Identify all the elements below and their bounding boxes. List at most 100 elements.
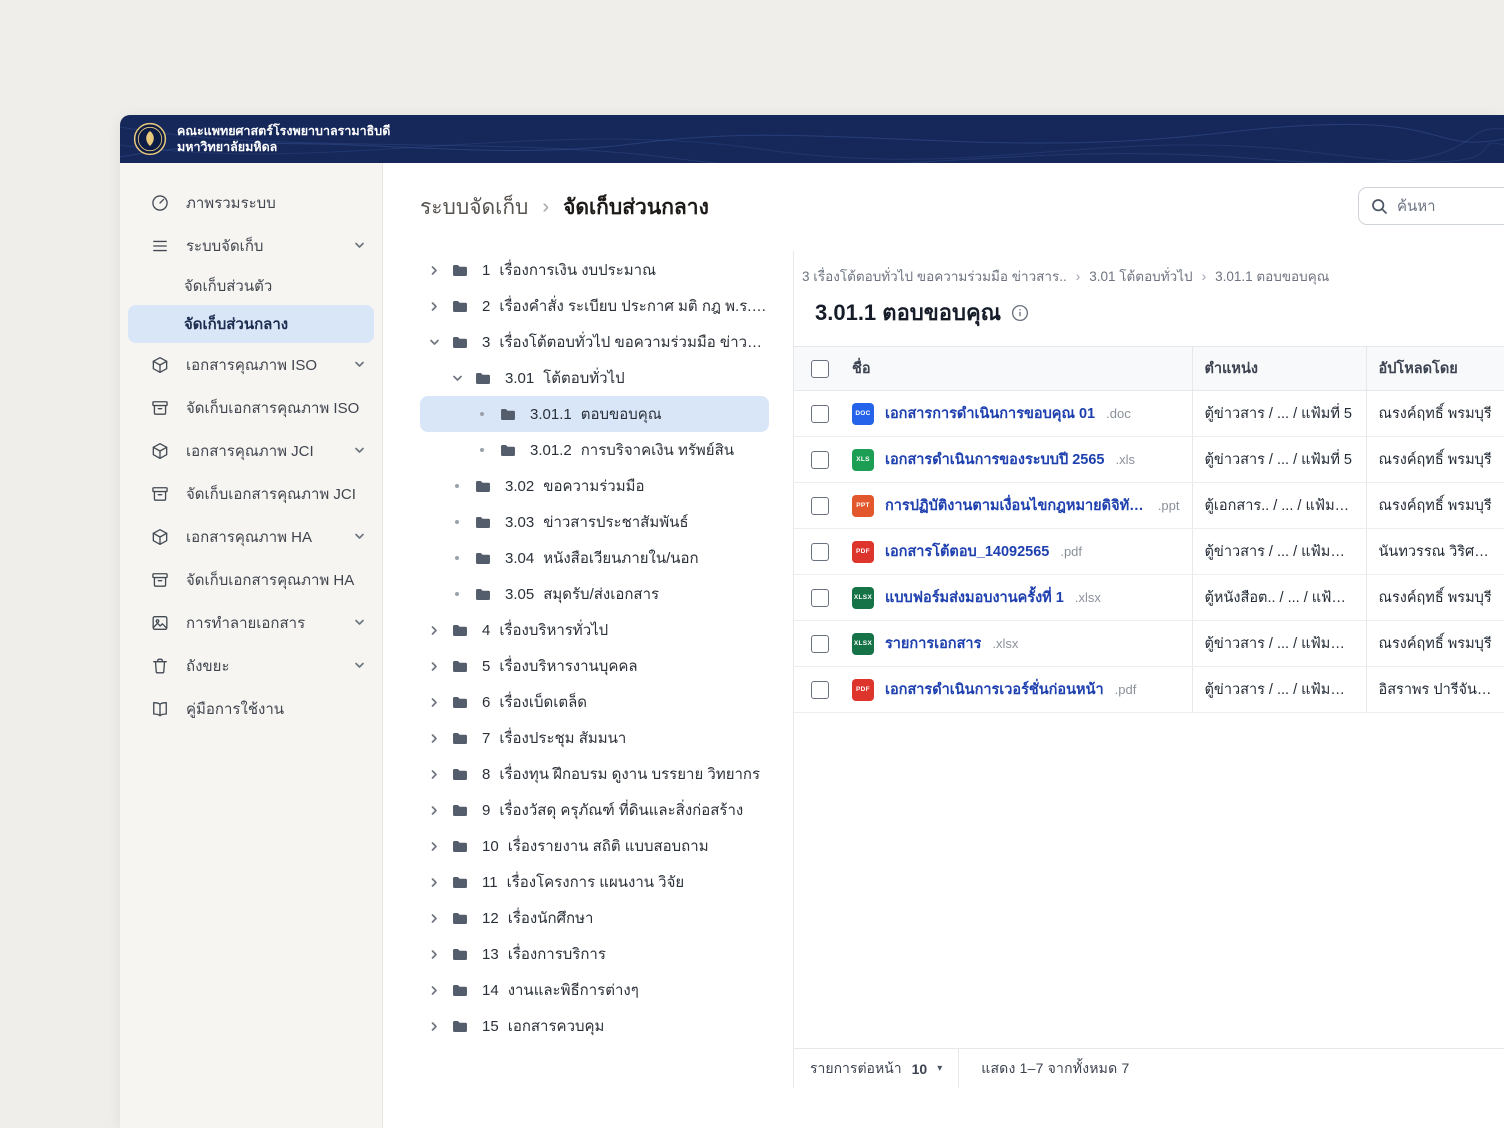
chevron-right-icon[interactable] — [427, 624, 441, 637]
chevron-right-icon[interactable] — [427, 876, 441, 889]
tree-item-number: 3.04 — [505, 549, 535, 567]
folder-icon — [473, 478, 493, 495]
chevron-right-icon[interactable] — [427, 768, 441, 781]
bullet-dot — [450, 484, 464, 488]
sidebar-item[interactable]: การทำลายเอกสาร — [120, 601, 382, 644]
sidebar-item[interactable]: ถังขยะ — [120, 644, 382, 687]
sidebar-item[interactable]: เอกสารคุณภาพ ISO — [120, 343, 382, 386]
table-footer: รายการต่อหน้า 10 ▾ แสดง 1–7 จากทั้งหมด 7 — [794, 1048, 1504, 1088]
sidebar-item[interactable]: คู่มือการใช้งาน — [120, 687, 382, 730]
tree-item[interactable]: 3.04 หนังสือเวียนภายใน/นอก — [420, 540, 769, 576]
select-all-checkbox[interactable] — [811, 359, 829, 378]
sidebar-item[interactable]: เอกสารคุณภาพ JCI — [120, 429, 382, 472]
detail-breadcrumb-item[interactable]: 3.01.1 ตอบขอบคุณ — [1215, 265, 1329, 287]
tree-item[interactable]: 5 เรื่องบริหารงานบุคคล — [420, 648, 769, 684]
row-checkbox[interactable] — [811, 588, 829, 607]
breadcrumb-root[interactable]: ระบบจัดเก็บ — [420, 191, 528, 224]
tree-item-label: ขอความร่วมมือ — [543, 478, 645, 495]
file-name-link[interactable]: เอกสารโต้ตอบ_14092565 — [885, 540, 1049, 563]
tree-item-number: 14 — [482, 981, 499, 999]
folder-icon — [473, 550, 493, 567]
chevron-right-icon[interactable] — [427, 804, 441, 817]
chevron-right-icon[interactable] — [427, 300, 441, 313]
tree-item[interactable]: 11 เรื่องโครงการ แผนงาน วิจัย — [420, 864, 769, 900]
bullet-dot — [450, 556, 464, 560]
detail-breadcrumb-item[interactable]: 3.01 โต้ตอบทั่วไป — [1089, 265, 1192, 287]
chevron-right-icon[interactable] — [427, 660, 441, 673]
tree-item[interactable]: 1 เรื่องการเงิน งบประมาณ — [420, 252, 769, 288]
chevron-right-icon[interactable] — [427, 264, 441, 277]
file-uploader: ณรงค์ฤทธิ์ พรมบุรี — [1365, 390, 1504, 437]
tree-item[interactable]: 6 เรื่องเบ็ดเตล็ด — [420, 684, 769, 720]
archive-box-icon — [150, 570, 170, 590]
folder-icon — [473, 514, 493, 531]
tree-item[interactable]: 3.01 โต้ตอบทั่วไป — [420, 360, 769, 396]
sidebar-item[interactable]: ระบบจัดเก็บ — [120, 224, 382, 267]
sidebar-item[interactable]: ภาพรวมระบบ — [120, 181, 382, 224]
tree-item-label: เรื่องประชุม สัมมนา — [499, 730, 627, 747]
search-box[interactable] — [1358, 187, 1504, 225]
file-name-link[interactable]: การปฏิบัติงานตามเงื่อนไขกฎหมายดิจิทัล-01 — [885, 494, 1147, 517]
sidebar-item-label: จัดเก็บเอกสารคุณภาพ ISO — [186, 399, 360, 417]
tree-item[interactable]: 8 เรื่องทุน ฝึกอบรม ดูงาน บรรยาย วิทยากร — [420, 756, 769, 792]
file-uploader: นันทวรรณ วิริศมาหรา — [1365, 528, 1504, 575]
tree-item[interactable]: 3.02 ขอความร่วมมือ — [420, 468, 769, 504]
chevron-right-icon[interactable] — [427, 732, 441, 745]
package-icon — [150, 355, 170, 375]
tree-item[interactable]: 3.01.2 การบริจาคเงิน ทรัพย์สิน — [420, 432, 769, 468]
chevron-right-icon[interactable] — [427, 984, 441, 997]
tree-item[interactable]: 10 เรื่องรายงาน สถิติ แบบสอบถาม — [420, 828, 769, 864]
tree-item[interactable]: 4 เรื่องบริหารทั่วไป — [420, 612, 769, 648]
row-checkbox[interactable] — [811, 542, 829, 561]
row-checkbox[interactable] — [811, 634, 829, 653]
tree-item[interactable]: 13 เรื่องการบริการ — [420, 936, 769, 972]
file-extension: .pdf — [1060, 544, 1083, 559]
chevron-right-icon[interactable] — [427, 1020, 441, 1033]
files-table-wrap: ชื่อ ตำแหน่ง อัปโหลดโดย DOC เอกสารการดำเน… — [794, 346, 1504, 1088]
bullet-dot — [450, 592, 464, 596]
pagination-summary: แสดง 1–7 จากทั้งหมด 7 — [981, 1059, 1130, 1076]
tree-item[interactable]: 3.03 ข่าวสารประชาสัมพันธ์ — [420, 504, 769, 540]
chevron-right-icon[interactable] — [427, 840, 441, 853]
tree-item[interactable]: 12 เรื่องนักศึกษา — [420, 900, 769, 936]
tree-item[interactable]: 7 เรื่องประชุม สัมมนา — [420, 720, 769, 756]
package-icon — [150, 527, 170, 547]
row-checkbox[interactable] — [811, 450, 829, 469]
sidebar-item[interactable]: จัดเก็บเอกสารคุณภาพ JCI — [120, 472, 382, 515]
main-area: ระบบจัดเก็บ › จัดเก็บส่วนกลาง 1 เรื่องการ… — [383, 163, 1504, 1128]
file-name-link[interactable]: เอกสารดำเนินการของระบบปี 2565 — [885, 448, 1104, 471]
chevron-down-icon[interactable] — [427, 336, 441, 349]
file-row: PDF เอกสารโต้ตอบ_14092565 .pdf ตู้ข่าวสาร /… — [794, 528, 1504, 575]
row-checkbox[interactable] — [811, 496, 829, 515]
chevron-down-icon[interactable] — [450, 372, 464, 385]
chevron-right-icon[interactable] — [427, 948, 441, 961]
file-name-link[interactable]: รายการเอกสาร — [885, 632, 981, 655]
detail-breadcrumb-item[interactable]: 3 เรื่องโต้ตอบทั่วไป ขอความร่วมมือ ข่าวส… — [802, 265, 1067, 287]
file-name-link[interactable]: แบบฟอร์มส่งมอบงานครั้งที่ 1 — [885, 586, 1064, 609]
sidebar-item[interactable]: จัดเก็บส่วนตัว — [120, 267, 382, 305]
tree-item[interactable]: 2 เรื่องคำสั่ง ระเบียบ ประกาศ มติ กฎ พ.ร.… — [420, 288, 769, 324]
pdf-file-icon: PDF — [852, 678, 874, 701]
tree-item[interactable]: 3.05 สมุดรับ/ส่งเอกสาร — [420, 576, 769, 612]
sidebar-item[interactable]: เอกสารคุณภาพ HA — [120, 515, 382, 558]
search-icon[interactable] — [1371, 198, 1388, 215]
tree-item[interactable]: 9 เรื่องวัสดุ ครุภัณฑ์ ที่ดินและสิ่งก่อสร… — [420, 792, 769, 828]
chevron-right-icon[interactable] — [427, 696, 441, 709]
folder-icon — [450, 334, 470, 351]
file-name-link[interactable]: เอกสารการดำเนินการขอบคุณ 01 — [885, 402, 1095, 425]
per-page-select[interactable]: รายการต่อหน้า 10 ▾ — [794, 1049, 960, 1088]
info-icon[interactable] — [1011, 304, 1029, 322]
search-input[interactable] — [1397, 197, 1504, 215]
sidebar-item[interactable]: จัดเก็บเอกสารคุณภาพ ISO — [120, 386, 382, 429]
book-icon — [150, 699, 170, 719]
chevron-right-icon[interactable] — [427, 912, 441, 925]
sidebar-item[interactable]: จัดเก็บส่วนกลาง — [128, 305, 374, 343]
tree-item[interactable]: 3.01.1 ตอบขอบคุณ — [420, 396, 769, 432]
row-checkbox[interactable] — [811, 680, 829, 699]
tree-item[interactable]: 14 งานและพิธีการต่างๆ — [420, 972, 769, 1008]
tree-item[interactable]: 15 เอกสารควบคุม — [420, 1008, 769, 1044]
row-checkbox[interactable] — [811, 404, 829, 423]
sidebar-item[interactable]: จัดเก็บเอกสารคุณภาพ HA — [120, 558, 382, 601]
file-name-link[interactable]: เอกสารดำเนินการเวอร์ชั่นก่อนหน้า — [885, 678, 1104, 701]
tree-item[interactable]: 3 เรื่องโต้ตอบทั่วไป ขอความร่วมมือ ข่าวสา… — [420, 324, 769, 360]
